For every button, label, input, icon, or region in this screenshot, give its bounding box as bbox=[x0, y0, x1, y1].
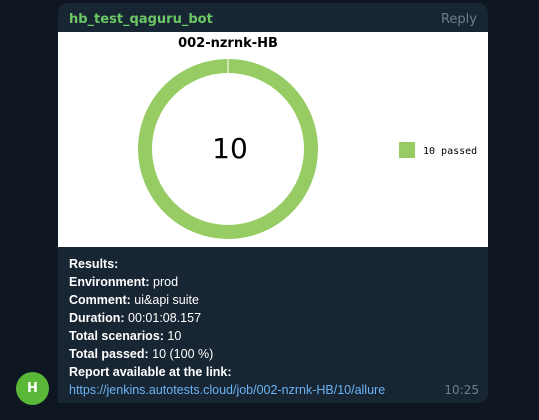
comment-label: Comment: bbox=[69, 293, 131, 307]
total-passed-label: Total passed: bbox=[69, 347, 149, 361]
report-label: Report available at the link: bbox=[69, 365, 232, 379]
sender-name[interactable]: hb_test_qaguru_bot bbox=[69, 12, 213, 27]
legend-swatch bbox=[399, 142, 415, 158]
avatar-letter: H bbox=[27, 381, 38, 396]
results-text: Results: Environment: prod Comment: ui&a… bbox=[69, 255, 469, 399]
reply-button[interactable]: Reply bbox=[441, 12, 477, 27]
total-passed-value: 10 (100 %) bbox=[152, 347, 214, 361]
total-scenarios-label: Total scenarios: bbox=[69, 329, 164, 343]
chart-center-label: 10 bbox=[212, 132, 248, 165]
avatar[interactable]: H bbox=[16, 372, 49, 405]
duration-label: Duration: bbox=[69, 311, 125, 325]
legend-label: 10 passed bbox=[423, 146, 477, 157]
environment-value: prod bbox=[153, 275, 179, 289]
results-heading: Results: bbox=[69, 257, 119, 271]
donut-chart: 002-nzrnk-HB 10 10 passed bbox=[138, 36, 477, 239]
comment-value: ui&api suite bbox=[134, 293, 199, 307]
environment-label: Environment: bbox=[69, 275, 150, 289]
message-time: 10:25 bbox=[444, 383, 479, 397]
message-bubble: hb_test_qaguru_bot Reply 002-nzrnk-HB 10… bbox=[58, 3, 488, 403]
chart-image[interactable]: 002-nzrnk-HB 10 10 passed bbox=[58, 32, 488, 247]
report-link[interactable]: https://jenkins.autotests.cloud/job/002-… bbox=[69, 383, 385, 397]
total-scenarios-value: 10 bbox=[167, 329, 182, 343]
chart-title: 002-nzrnk-HB bbox=[178, 36, 278, 51]
duration-value: 00:01:08.157 bbox=[128, 311, 202, 325]
